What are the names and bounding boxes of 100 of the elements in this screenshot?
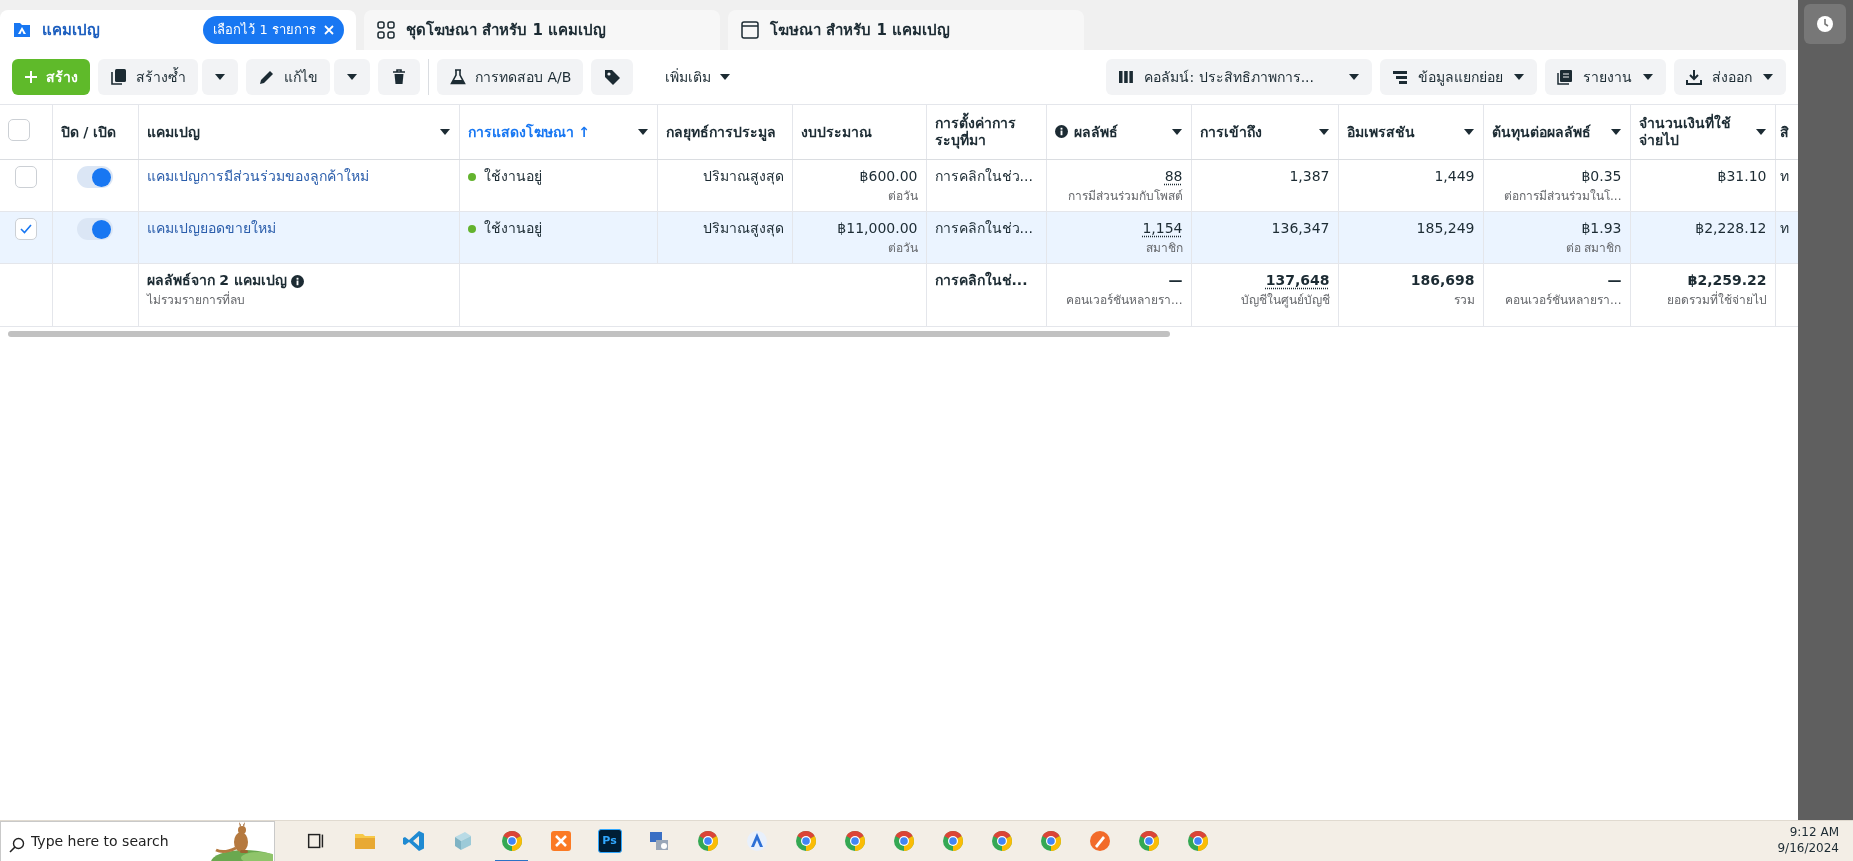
browser-icon[interactable] (695, 829, 720, 853)
cell-value: 137,648 (1265, 271, 1330, 290)
caret-icon[interactable] (1462, 128, 1475, 136)
download-icon (1686, 69, 1702, 85)
browser-icon[interactable] (499, 829, 524, 853)
cell-note: บัญชีในศูนย์บัญชี (1239, 292, 1330, 309)
more-menu-button[interactable]: เพิ่มเติม (641, 59, 756, 95)
cell-note: คอนเวอร์ชันหลายรา... (1504, 292, 1622, 309)
columns-icon (1118, 69, 1135, 85)
caret-icon (346, 73, 358, 81)
select-all-checkbox[interactable] (8, 119, 30, 142)
tab[interactable]: ชุดโฆษณา สำหรับ 1 แคมเปญ (364, 10, 720, 50)
cell-value: ฿1.93 (1581, 219, 1622, 238)
caret-icon (214, 73, 226, 81)
trash-icon (390, 68, 408, 86)
campaign-link[interactable]: แคมเปญการมีส่วนร่วมของลูกค้าใหม่ (146, 166, 369, 187)
summary-title: ผลลัพธ์จาก 2 แคมเปญ (146, 271, 287, 291)
toggle-switch[interactable] (77, 218, 113, 240)
cell-value: ฿0.35 (1581, 167, 1622, 186)
toggle-switch[interactable] (77, 166, 113, 188)
status-text: ใช้งานอยู่ (483, 219, 542, 239)
tab[interactable]: โฆษณา สำหรับ 1 แคมเปญ (728, 10, 1084, 50)
cell-value: ท (1779, 219, 1789, 238)
toolbar-button[interactable]: การทดสอบ A/B (437, 59, 584, 95)
caret-icon[interactable] (438, 128, 451, 136)
caret-icon (719, 73, 732, 81)
toolbar-dropdown[interactable]: คอลัมน์: ประสิทธิภาพการ... (1106, 59, 1372, 95)
dropdown-button[interactable] (202, 59, 238, 95)
caret-icon[interactable] (1317, 128, 1330, 136)
close-icon[interactable] (324, 25, 334, 35)
toolbar-dropdown[interactable]: ข้อมูลแยกย่อย (1380, 59, 1537, 95)
tag-icon (603, 68, 622, 86)
cell-value: ฿11,000.00 (837, 219, 918, 238)
cell-value: 185,249 (1416, 219, 1475, 238)
browser-icon[interactable] (989, 829, 1014, 853)
browser-icon[interactable] (1038, 829, 1063, 853)
code-editor-icon[interactable] (401, 829, 426, 853)
search-icon (9, 836, 25, 853)
cell-note: การมีส่วนร่วมกับโพสต์ (1066, 188, 1183, 205)
campaign-link[interactable]: แคมเปญยอดขายใหม่ (146, 218, 276, 239)
column-header: ปิด / เปิด (60, 123, 118, 141)
cell-value: 1,449 (1434, 167, 1475, 186)
campaign-icon (12, 20, 32, 40)
clock-date: 9/16/2024 (1777, 841, 1839, 857)
toolbar-button[interactable]: สร้างซ้ำ (98, 59, 198, 95)
clock-icon[interactable] (1816, 15, 1834, 33)
toolbar-button[interactable]: แก้ไข (246, 59, 330, 95)
tab[interactable]: แคมเปญ เลือกไว้ 1 รายการ (0, 10, 356, 50)
caret-icon[interactable] (1609, 128, 1622, 136)
row-checkbox[interactable] (14, 218, 37, 240)
cell-value: 136,347 (1271, 219, 1330, 238)
cell-note: ต่อ สมาชิก (1564, 240, 1622, 257)
clock-time: 9:12 AM (1788, 825, 1839, 841)
toolbar-dropdown[interactable]: รายงาน (1545, 59, 1666, 95)
column-header: งบประมาณ (800, 123, 873, 141)
delete-button[interactable] (378, 59, 420, 95)
cell-value: ท (1779, 167, 1789, 186)
cell-value: — (1607, 271, 1622, 290)
dropdown-button[interactable] (334, 59, 370, 95)
cell-note: ต่อการมีส่วนร่วมในโ... (1503, 188, 1622, 205)
column-header: สิ (1779, 123, 1790, 141)
app-icon[interactable] (744, 829, 769, 853)
breakdown-icon (1392, 69, 1408, 85)
cell-value: ฿2,228.12 (1695, 219, 1767, 238)
selection-chip[interactable]: เลือกไว้ 1 รายการ (203, 16, 344, 44)
toolbar-dropdown[interactable]: ส่งออก (1674, 59, 1786, 95)
cell-note: รวม (1452, 292, 1475, 309)
cell-value: ฿600.00 (859, 167, 918, 186)
flask-icon (449, 68, 467, 86)
pen-app-icon[interactable] (1087, 829, 1112, 853)
browser-icon[interactable] (793, 829, 818, 853)
caret-icon[interactable] (1170, 128, 1183, 136)
search-field[interactable]: Type here to search (0, 820, 275, 861)
cell-value: ฿31.10 (1717, 167, 1767, 186)
cell-value: 1,154 (1142, 219, 1183, 238)
browser-icon[interactable] (891, 829, 916, 853)
tag-button[interactable] (591, 59, 634, 95)
browser-icon[interactable] (940, 829, 965, 853)
cell-value: 1,387 (1289, 167, 1330, 186)
grid-icon (376, 20, 396, 40)
cell-note: ต่อวัน (886, 188, 918, 205)
server-app-icon[interactable] (548, 829, 573, 853)
row-checkbox[interactable] (14, 166, 37, 188)
status-text: ใช้งานอยู่ (483, 167, 542, 187)
cell-note: ไม่รวมรายการที่ลบ (146, 291, 246, 309)
browser-icon[interactable] (1185, 829, 1210, 853)
cell-value: ปริมาณสูงสุด (702, 219, 784, 239)
cell-note: คอนเวอร์ชันหลายรา... (1065, 292, 1183, 309)
check-icon (19, 224, 32, 234)
caret-icon[interactable] (1754, 128, 1767, 136)
browser-icon[interactable] (1136, 829, 1161, 853)
browser-icon[interactable] (842, 829, 867, 853)
caret-icon[interactable] (636, 128, 649, 136)
report-icon (1557, 69, 1573, 85)
caret-icon (1348, 73, 1360, 81)
cell-value: การคลิกในช่ว... (934, 167, 1033, 186)
scrollbar-thumb[interactable] (8, 331, 1170, 337)
photoshop-app[interactable]: Ps (597, 829, 622, 853)
pencil-icon (258, 68, 276, 86)
column-header: กลยุทธ์การประมูล (665, 123, 777, 141)
